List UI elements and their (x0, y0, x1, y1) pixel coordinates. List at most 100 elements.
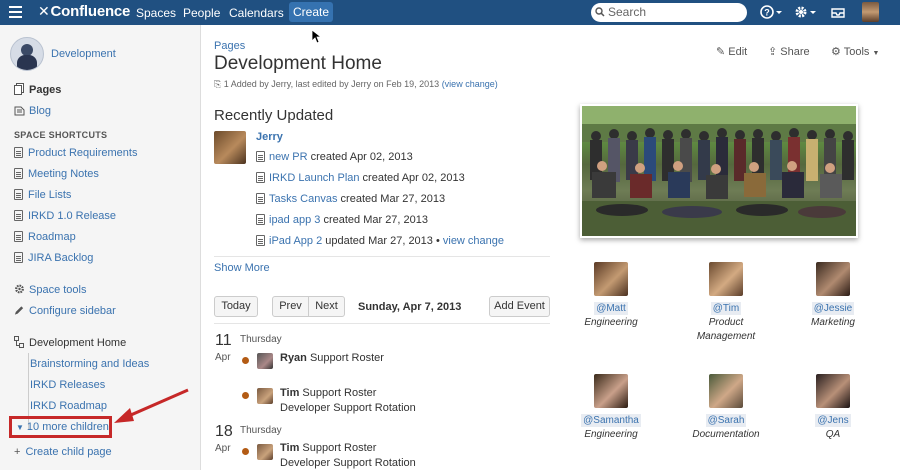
shortcut-item[interactable]: File Lists (14, 187, 71, 203)
avatar[interactable] (709, 374, 743, 408)
recent-page-link[interactable]: IRKD Launch Plan (269, 172, 360, 184)
next-button[interactable]: Next (308, 296, 345, 317)
recent-page-link[interactable]: new PR (269, 151, 308, 163)
shortcut-item[interactable]: IRKD 1.0 Release (14, 208, 116, 224)
event-subtitle: Developer Support Rotation (280, 457, 416, 469)
page-icon (14, 231, 23, 242)
show-more-link[interactable]: Show More (214, 262, 270, 274)
user-avatar[interactable] (862, 2, 879, 22)
avatar[interactable] (594, 262, 628, 296)
event-calendar: Support Roster (302, 442, 377, 454)
recent-page-meta: created Mar 27, 2013 (320, 214, 429, 226)
avatar[interactable] (257, 388, 273, 404)
avatar[interactable] (257, 353, 273, 369)
more-children-toggle[interactable]: ▼ 10 more children (9, 416, 112, 438)
nav-people[interactable]: People (183, 6, 220, 20)
brand-name: Confluence (50, 3, 131, 20)
sidebar-blog-label: Blog (29, 105, 52, 117)
breadcrumb[interactable]: Pages (214, 40, 245, 52)
page-meta-text: 1 Added by Jerry, last edited by Jerry o… (223, 79, 440, 89)
gear-icon (15, 284, 24, 294)
menu-icon[interactable] (9, 6, 22, 18)
nav-calendars[interactable]: Calendars (229, 6, 284, 20)
sidebar-item-pages[interactable]: Pages (14, 82, 61, 98)
space-name[interactable]: Development (51, 48, 116, 60)
nav-spaces[interactable]: Spaces (136, 6, 176, 20)
edit-button[interactable]: ✎ Edit (716, 45, 747, 58)
search-input[interactable]: Search (591, 3, 747, 22)
avatar[interactable] (816, 262, 850, 296)
calendar-event[interactable]: Ryan Support Roster (280, 352, 384, 364)
recent-user-link[interactable]: Jerry (256, 131, 283, 143)
user-mention[interactable]: @Jessie (811, 302, 855, 315)
sidebar-item-blog[interactable]: Blog (14, 103, 51, 119)
notifications-icon[interactable] (830, 4, 846, 23)
day-number: 18 (215, 423, 233, 440)
mouse-cursor-icon (312, 30, 322, 44)
team-role: Documentation (692, 429, 760, 440)
prev-button[interactable]: Prev (272, 296, 309, 317)
day-number: 11 (215, 332, 232, 349)
edit-label: Edit (728, 46, 748, 58)
tree-root-development-home[interactable]: Development Home (14, 335, 126, 351)
create-child-page-link[interactable]: + Create child page (14, 444, 112, 460)
user-mention[interactable]: @Jens (815, 414, 851, 427)
shortcut-label: File Lists (28, 189, 72, 201)
shortcut-label: IRKD 1.0 Release (28, 210, 117, 222)
shortcut-label: Meeting Notes (28, 168, 99, 180)
shortcut-item[interactable]: Meeting Notes (14, 166, 99, 182)
team-role: QA (825, 429, 841, 440)
day-weekday: Thursday (240, 425, 282, 436)
tree-child-item[interactable]: IRKD Roadmap (30, 398, 107, 414)
recent-page-link[interactable]: Tasks Canvas (269, 193, 337, 205)
avatar[interactable] (214, 131, 246, 164)
avatar[interactable] (709, 262, 743, 296)
user-mention[interactable]: @Samantha (581, 414, 641, 427)
view-change-link[interactable]: (view change) (442, 79, 498, 89)
today-button[interactable]: Today (214, 296, 258, 317)
avatar[interactable] (816, 374, 850, 408)
shortcut-label: Product Requirements (28, 147, 138, 159)
calendar-date: Sunday, Apr 7, 2013 (358, 301, 462, 313)
gear-icon: ⚙ (831, 46, 841, 58)
recent-page-link[interactable]: ipad app 3 (269, 214, 320, 226)
avatar[interactable] (594, 374, 628, 408)
attachment-icon: ⎘ (214, 79, 224, 89)
team-member-card: @Samantha Engineering (566, 374, 656, 442)
chevron-down-icon: ▼ (16, 423, 24, 432)
page-icon (256, 172, 265, 183)
view-change-link[interactable]: view change (443, 235, 504, 247)
list-item: new PR created Apr 02, 2013 (256, 151, 413, 163)
user-mention[interactable]: @Sarah (705, 414, 747, 427)
tree-child-item[interactable]: Brainstorming and Ideas (30, 356, 149, 372)
tools-menu[interactable]: ⚙ Tools ▼ (831, 45, 879, 58)
pencil-icon: ✎ (716, 46, 726, 58)
avatar[interactable] (257, 444, 273, 460)
space-logo[interactable] (10, 37, 44, 71)
day-month: Apr (215, 443, 231, 454)
shortcut-item[interactable]: JIRA Backlog (14, 250, 93, 266)
share-button[interactable]: ⇪ Share (768, 45, 810, 58)
team-role: Engineering (584, 429, 638, 440)
day-month: Apr (215, 352, 231, 363)
tree-child-item[interactable]: IRKD Releases (30, 377, 105, 393)
shortcut-label: JIRA Backlog (28, 252, 94, 264)
gear-icon[interactable] (793, 4, 817, 23)
configure-sidebar-link[interactable]: Configure sidebar (14, 303, 116, 319)
team-member-card: @Jessie Marketing (788, 262, 878, 330)
tree-root-label: Development Home (29, 337, 127, 349)
user-mention[interactable]: @Matt (594, 302, 628, 315)
calendar-event[interactable]: Tim Support Roster (280, 442, 376, 454)
confluence-logo[interactable]: ✕Confluence (38, 3, 130, 20)
recent-page-meta: created Apr 02, 2013 (359, 172, 465, 184)
shortcut-item[interactable]: Roadmap (14, 229, 76, 245)
add-event-button[interactable]: Add Event (489, 296, 550, 317)
help-icon[interactable]: ? (760, 4, 782, 23)
space-tools-link[interactable]: Space tools (14, 282, 86, 298)
calendar-event[interactable]: Tim Support Roster (280, 387, 376, 399)
shortcut-item[interactable]: Product Requirements (14, 145, 137, 161)
recent-page-link[interactable]: iPad App 2 (269, 235, 322, 247)
create-button[interactable]: Create (289, 2, 333, 22)
user-mention[interactable]: @Tim (710, 302, 742, 315)
page-icon (256, 235, 265, 246)
